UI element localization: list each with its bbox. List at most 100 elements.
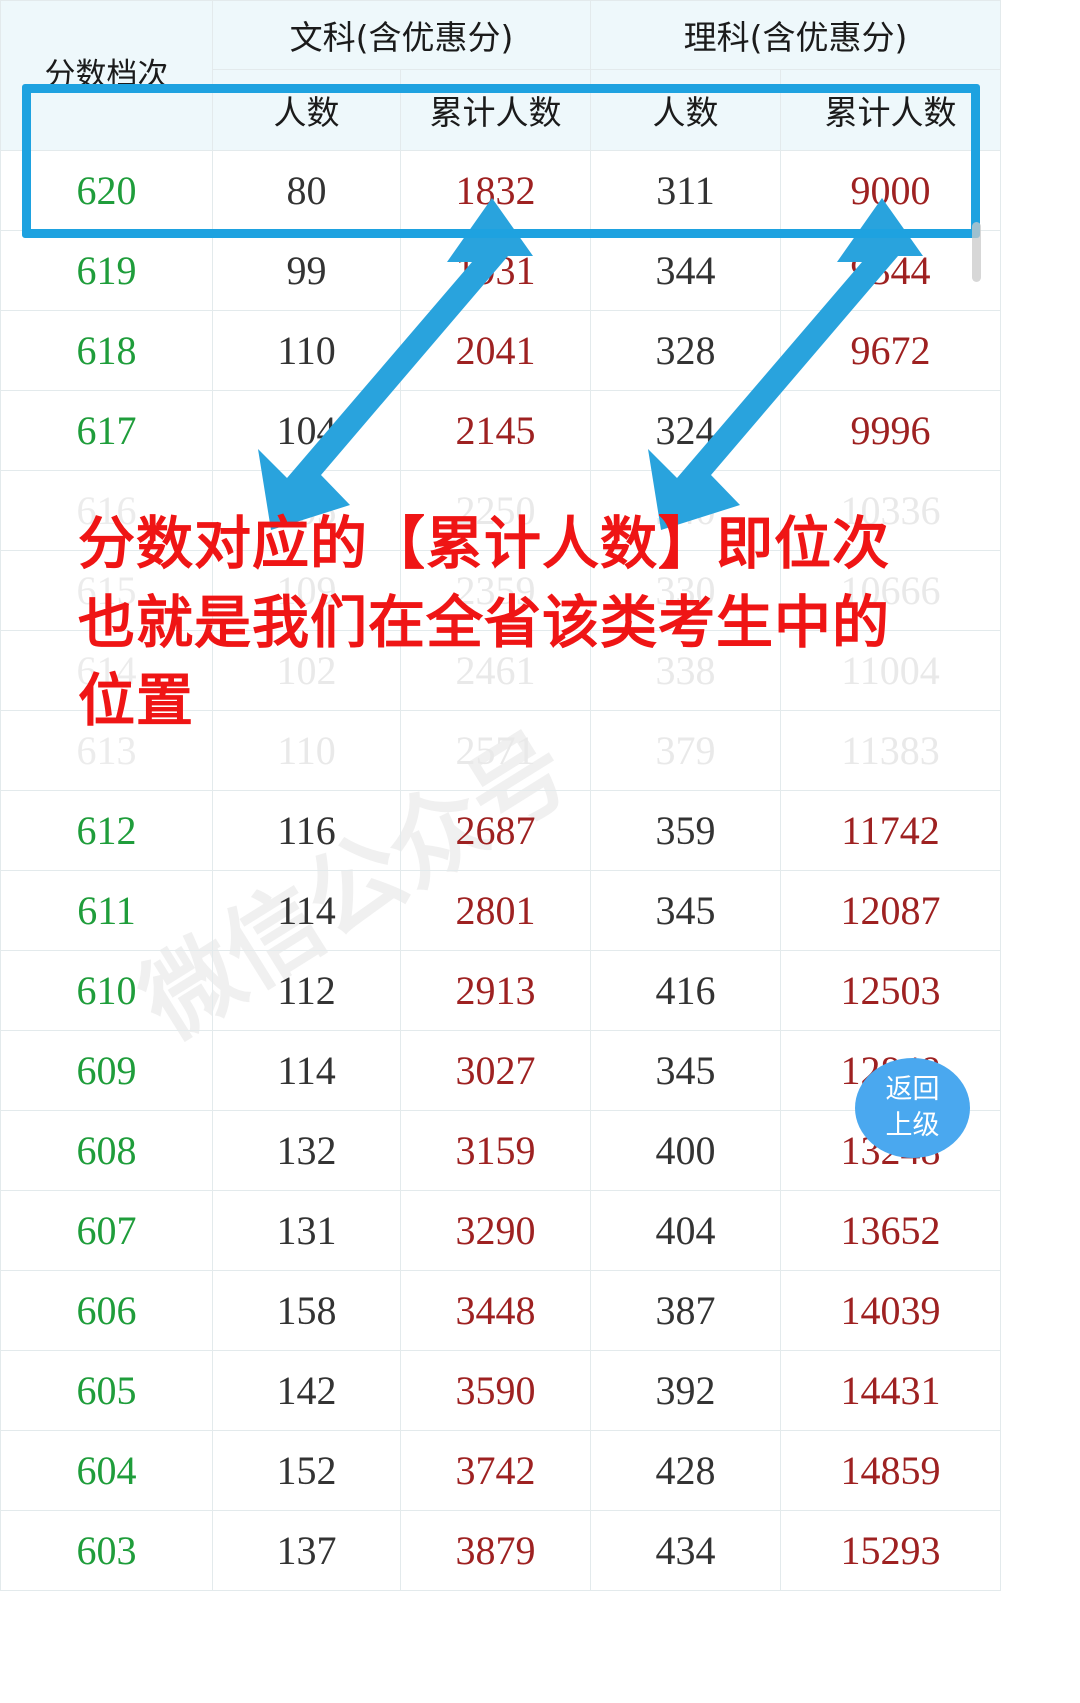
cell-wen-count: 99 bbox=[212, 230, 401, 311]
table-header-group-row: 分数档次 文科(含优惠分) 理科(含优惠分) bbox=[0, 0, 1001, 151]
cell-wen-count: 110 bbox=[212, 310, 401, 391]
table-row[interactable]: 620 80 1832 311 9000 bbox=[0, 150, 1001, 231]
screenshot-root: 微信公众号 河北高考 分数档次 文科(含优惠分) 理科(含优惠分) 人数 累计人… bbox=[0, 0, 1080, 1703]
cell-li-count: 345 bbox=[590, 1030, 781, 1111]
cell-score: 610 bbox=[0, 950, 213, 1031]
back-button-line-2: 上级 bbox=[885, 1110, 940, 1141]
cell-wen-cumulative: 2687 bbox=[400, 790, 591, 871]
cell-score: 607 bbox=[0, 1190, 213, 1271]
table-row[interactable]: 609114302734512848 bbox=[0, 1030, 1001, 1111]
cell-wen-cumulative: 3027 bbox=[400, 1030, 591, 1111]
cell-score: 618 bbox=[0, 310, 213, 391]
cell-score: 619 bbox=[0, 230, 213, 311]
cell-li-cumulative: 9000 bbox=[780, 150, 1001, 231]
cell-wen-cumulative: 2041 bbox=[400, 310, 591, 391]
score-distribution-table: 分数档次 文科(含优惠分) 理科(含优惠分) 人数 累计人数 人数 累计人数 6… bbox=[0, 0, 1001, 1591]
table-row[interactable]: 617 104 2145 324 9996 bbox=[0, 390, 1001, 471]
cell-li-count: 416 bbox=[590, 950, 781, 1031]
annotation-line-2: 也就是我们在全省该类考生中的 bbox=[78, 589, 890, 656]
table-row[interactable]: 611 114 2801 345 12087 bbox=[0, 870, 1001, 951]
score-distribution-table-container[interactable]: 分数档次 文科(含优惠分) 理科(含优惠分) 人数 累计人数 人数 累计人数 6… bbox=[0, 0, 1001, 1591]
cell-li-cumulative: 14431 bbox=[780, 1350, 1001, 1431]
cell-li-cumulative: 14039 bbox=[780, 1270, 1001, 1351]
cell-score: 620 bbox=[0, 150, 213, 231]
annotation-line-1: 分数对应的【累计人数】即位次 bbox=[78, 511, 890, 577]
cell-li-count: 404 bbox=[590, 1190, 781, 1271]
cell-wen-cumulative: 1931 bbox=[400, 230, 591, 311]
vertical-scrollbar[interactable] bbox=[972, 222, 981, 282]
table-row[interactable]: 605 142 3590 392 14431 bbox=[0, 1350, 1001, 1431]
cell-wen-count: 104 bbox=[212, 390, 401, 471]
cell-score: 604 bbox=[0, 1430, 213, 1511]
column-header-wen-count: 人数 bbox=[212, 69, 401, 151]
column-header-li-count: 人数 bbox=[590, 69, 781, 151]
cell-li-count: 345 bbox=[590, 870, 781, 951]
column-group-header-science: 理科(含优惠分) bbox=[590, 0, 1001, 70]
table-row[interactable]: 603 137 3879 434 15293 bbox=[0, 1510, 1001, 1591]
table-row[interactable]: 610 112 2913 416 12503 bbox=[0, 950, 1001, 1031]
table-row[interactable]: 612 116 2687 359 11742 bbox=[0, 790, 1001, 871]
cell-wen-cumulative: 2145 bbox=[400, 390, 591, 471]
cell-wen-count: 131 bbox=[212, 1190, 401, 1271]
cell-li-cumulative: 12503 bbox=[780, 950, 1001, 1031]
cell-li-count: 344 bbox=[590, 230, 781, 311]
cell-wen-cumulative: 3448 bbox=[400, 1270, 591, 1351]
table-body: 620 80 1832 311 9000 619 99 1931 344 9344 618 110 20… bbox=[0, 150, 1001, 1591]
cell-score: 606 bbox=[0, 1270, 213, 1351]
table-row[interactable]: 619 99 1931 344 9344 bbox=[0, 230, 1001, 311]
annotation-line-3: 位置 bbox=[78, 668, 194, 735]
cell-li-count: 387 bbox=[590, 1270, 781, 1351]
cell-li-count: 392 bbox=[590, 1350, 781, 1431]
cell-li-cumulative: 9344 bbox=[780, 230, 1001, 311]
cell-li-cumulative: 14859 bbox=[780, 1430, 1001, 1511]
column-header-li-cumulative: 累计人数 bbox=[780, 69, 1001, 151]
cell-score: 608 bbox=[0, 1110, 213, 1191]
cell-wen-cumulative: 3879 bbox=[400, 1510, 591, 1591]
cell-li-cumulative: 11742 bbox=[780, 790, 1001, 871]
column-header-score: 分数档次 bbox=[0, 0, 213, 151]
table-header: 分数档次 文科(含优惠分) 理科(含优惠分) 人数 累计人数 人数 累计人数 bbox=[0, 0, 1001, 151]
cell-score: 605 bbox=[0, 1350, 213, 1431]
cell-li-count: 359 bbox=[590, 790, 781, 871]
cell-li-count: 324 bbox=[590, 390, 781, 471]
cell-wen-count: 114 bbox=[212, 1030, 401, 1111]
cell-li-cumulative: 9996 bbox=[780, 390, 1001, 471]
cell-wen-count: 80 bbox=[212, 150, 401, 231]
cell-wen-count: 114 bbox=[212, 870, 401, 951]
cell-wen-count: 116 bbox=[212, 790, 401, 871]
back-button-line-1: 返回 bbox=[885, 1074, 940, 1106]
cell-wen-cumulative: 3590 bbox=[400, 1350, 591, 1431]
cell-wen-count: 132 bbox=[212, 1110, 401, 1191]
cell-wen-count: 112 bbox=[212, 950, 401, 1031]
watermark-line-2: 河北高考 bbox=[1027, 1588, 1080, 1703]
column-header-wen-cumulative: 累计人数 bbox=[400, 69, 591, 151]
cell-li-count: 434 bbox=[590, 1510, 781, 1591]
back-to-parent-button[interactable]: 返回 上级 bbox=[855, 1058, 970, 1158]
cell-li-count: 400 bbox=[590, 1110, 781, 1191]
cell-wen-count: 137 bbox=[212, 1510, 401, 1591]
column-group-header-liberal-arts: 文科(含优惠分) bbox=[212, 0, 591, 70]
table-row[interactable]: 607 131 3290 404 13652 bbox=[0, 1190, 1001, 1271]
table-row[interactable]: 618 110 2041 328 9672 bbox=[0, 310, 1001, 391]
cell-wen-count: 158 bbox=[212, 1270, 401, 1351]
cell-wen-count: 152 bbox=[212, 1430, 401, 1511]
cell-score: 612 bbox=[0, 790, 213, 871]
cell-wen-count: 142 bbox=[212, 1350, 401, 1431]
cell-li-cumulative: 15293 bbox=[780, 1510, 1001, 1591]
cell-li-count: 311 bbox=[590, 150, 781, 231]
cell-wen-cumulative: 3159 bbox=[400, 1110, 591, 1191]
cell-li-cumulative: 9672 bbox=[780, 310, 1001, 391]
cell-score: 617 bbox=[0, 390, 213, 471]
cell-wen-cumulative: 3290 bbox=[400, 1190, 591, 1271]
cell-li-cumulative: 13652 bbox=[780, 1190, 1001, 1271]
red-annotation: 分数对应的【累计人数】即位次 也就是我们在全省该类考生中的 位置 bbox=[78, 505, 938, 741]
table-row[interactable]: 606 158 3448 387 14039 bbox=[0, 1270, 1001, 1351]
table-row[interactable]: 608132315940013248 bbox=[0, 1110, 1001, 1191]
cell-wen-cumulative: 2801 bbox=[400, 870, 591, 951]
table-row[interactable]: 604 152 3742 428 14859 bbox=[0, 1430, 1001, 1511]
cell-wen-cumulative: 3742 bbox=[400, 1430, 591, 1511]
cell-score: 609 bbox=[0, 1030, 213, 1111]
cell-score: 611 bbox=[0, 870, 213, 951]
cell-score: 603 bbox=[0, 1510, 213, 1591]
cell-li-cumulative: 12087 bbox=[780, 870, 1001, 951]
